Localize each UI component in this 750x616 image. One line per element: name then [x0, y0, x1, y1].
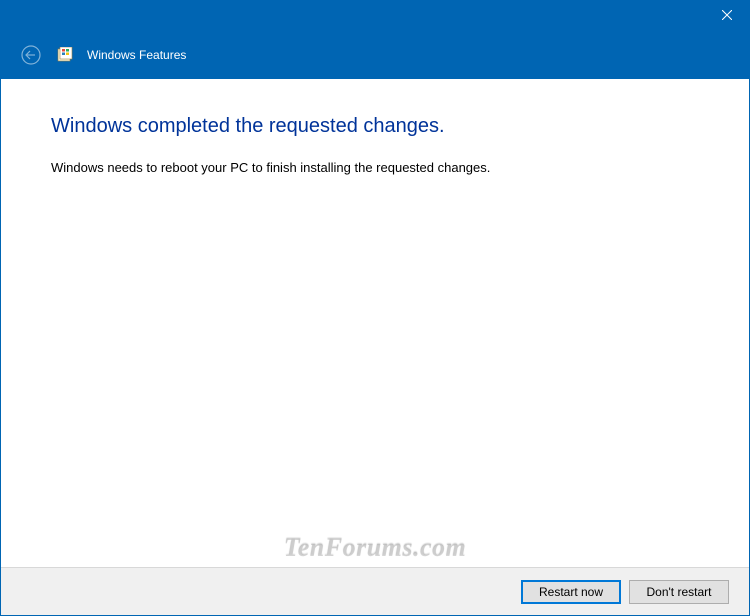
watermark: TenForums.com [1, 533, 749, 563]
header-title: Windows Features [87, 48, 186, 62]
footer: Restart now Don't restart [1, 567, 749, 615]
content-area: Windows completed the requested changes.… [1, 79, 749, 175]
page-body-text: Windows needs to reboot your PC to finis… [51, 160, 699, 175]
back-button [19, 43, 43, 67]
windows-features-icon [57, 47, 73, 63]
close-button[interactable] [704, 1, 749, 29]
page-heading: Windows completed the requested changes. [51, 115, 699, 138]
back-arrow-icon [21, 45, 41, 65]
header: Windows Features [1, 31, 749, 79]
close-icon [722, 10, 732, 20]
dont-restart-button[interactable]: Don't restart [629, 580, 729, 604]
restart-now-button[interactable]: Restart now [521, 580, 621, 604]
titlebar [1, 1, 749, 31]
